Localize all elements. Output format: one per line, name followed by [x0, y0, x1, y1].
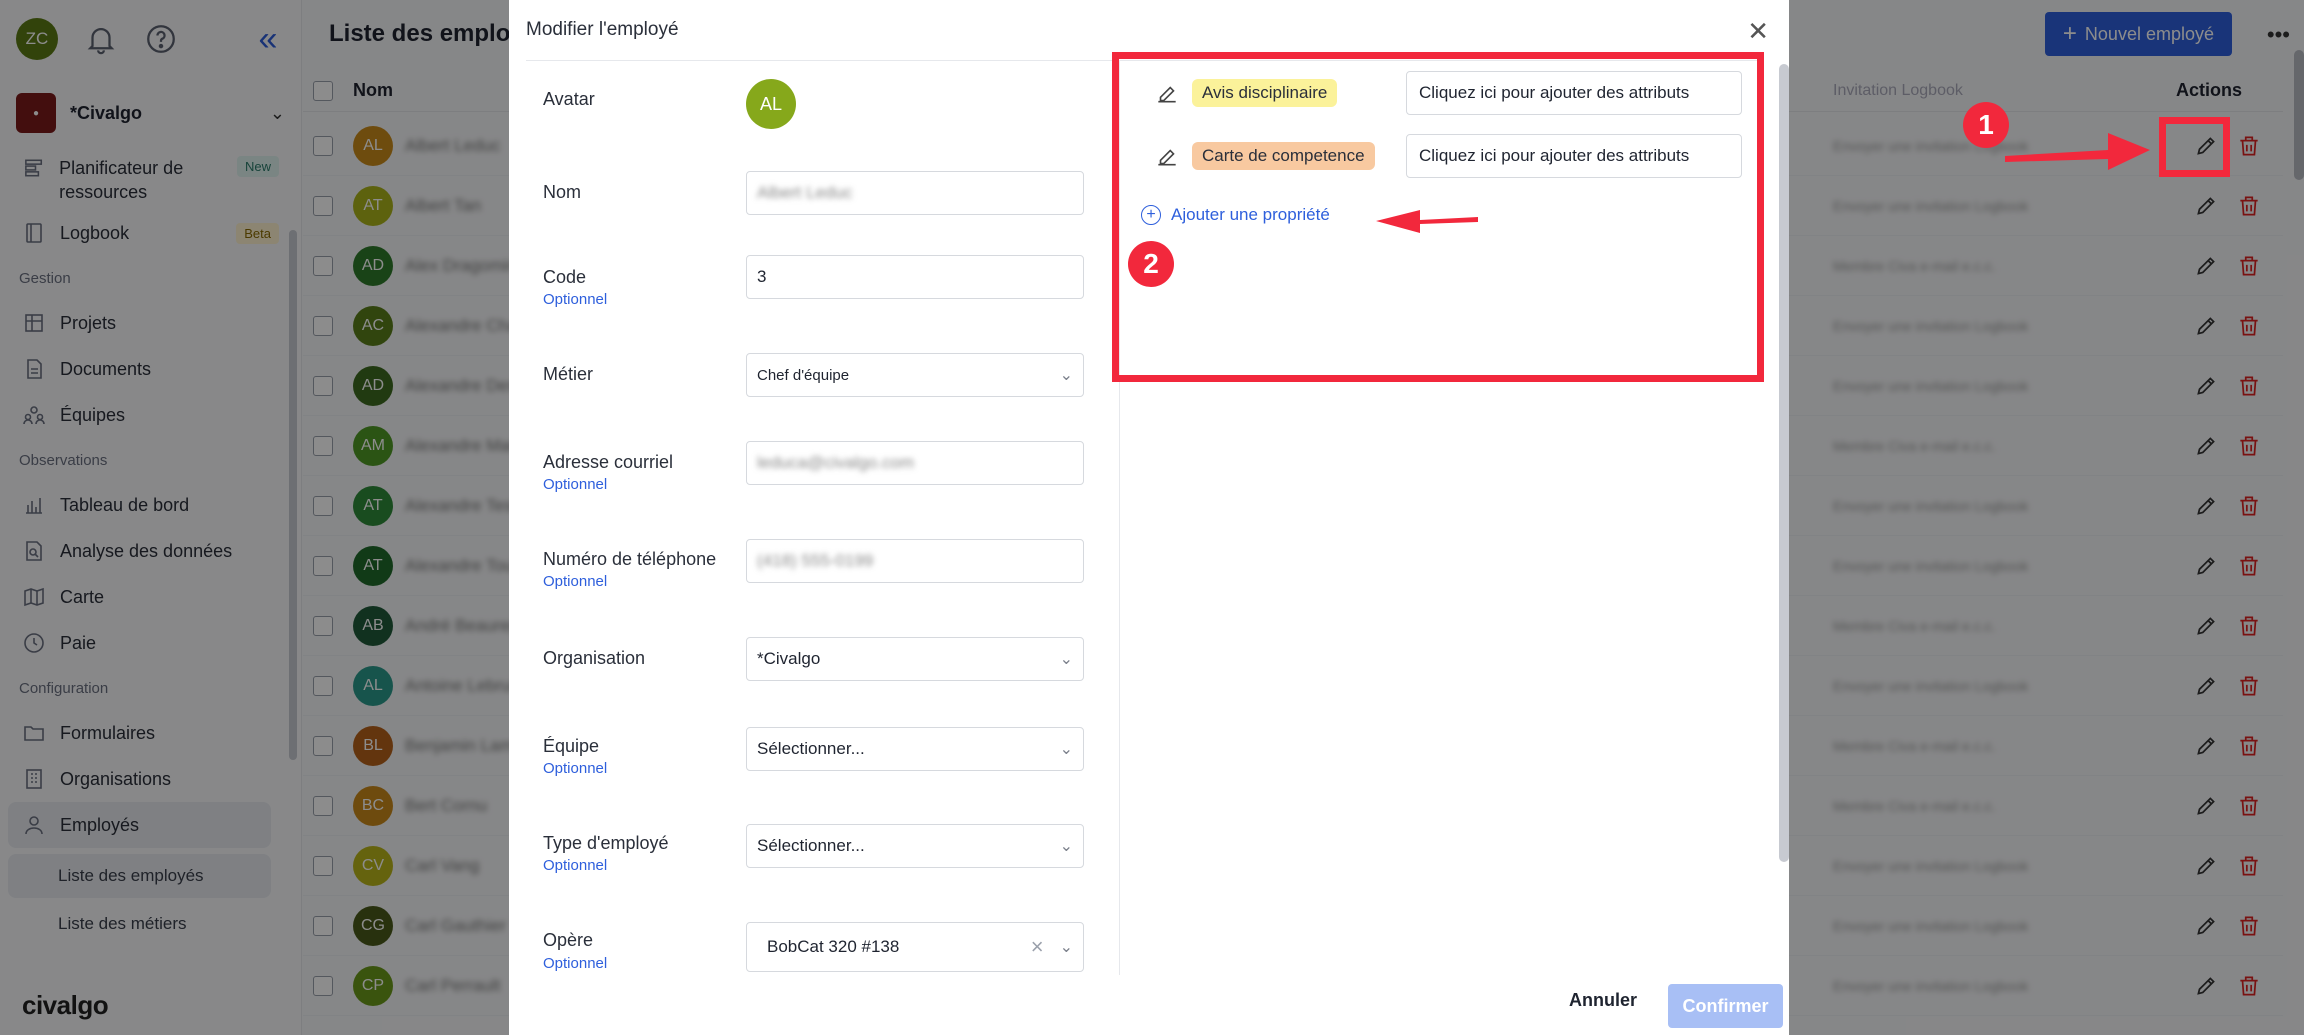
avatar-label: Avatar — [543, 89, 595, 109]
code-value: 3 — [757, 267, 767, 286]
opere-select[interactable]: BobCat 320 #138 × ⌄ — [746, 922, 1084, 972]
nom-value: Albert Leduc — [757, 183, 853, 202]
annotation-highlight-attributes — [1112, 52, 1764, 382]
optional-hint: Optionnel — [543, 955, 608, 972]
phone-label: Numéro de téléphone — [543, 549, 717, 569]
clear-icon[interactable]: × — [1031, 934, 1044, 960]
email-value: leduca@civalgo.com — [757, 453, 915, 472]
annotation-highlight-edit — [2159, 117, 2230, 177]
confirm-button[interactable]: Confirmer — [1668, 984, 1783, 1028]
metier-select[interactable]: Chef d'équipe ⌄ — [746, 353, 1084, 397]
employee-avatar[interactable]: AL — [746, 79, 796, 129]
nom-input[interactable]: Albert Leduc — [746, 171, 1084, 215]
opere-label: Opère — [543, 930, 594, 950]
type-value: Sélectionner... — [757, 836, 865, 855]
annotation-step-2: 2 — [1128, 241, 1174, 287]
optional-hint: Optionnel — [543, 857, 608, 874]
email-input[interactable]: leduca@civalgo.com — [746, 441, 1084, 485]
phone-input[interactable]: (418) 555-0199 — [746, 539, 1084, 583]
annotation-step-1: 1 — [1963, 102, 2009, 148]
optional-hint: Optionnel — [543, 573, 608, 590]
chevron-down-icon: ⌄ — [1059, 939, 1073, 956]
equipe-label: Équipe — [543, 736, 600, 756]
equipe-value: Sélectionner... — [757, 739, 865, 758]
opere-value: BobCat 320 #138 — [767, 937, 900, 956]
code-label: Code — [543, 267, 587, 287]
email-label: Adresse courriel — [543, 452, 674, 472]
close-icon[interactable]: ✕ — [1747, 18, 1769, 44]
cancel-button[interactable]: Annuler — [1569, 990, 1637, 1011]
chevron-down-icon: ⌄ — [1059, 651, 1073, 668]
nom-label: Nom — [543, 182, 582, 202]
modal-title: Modifier l'employé — [526, 19, 679, 40]
equipe-select[interactable]: Sélectionner... ⌄ — [746, 727, 1084, 771]
chevron-down-icon: ⌄ — [1059, 741, 1073, 758]
organisation-select[interactable]: *Civalgo ⌄ — [746, 637, 1084, 681]
optional-hint: Optionnel — [543, 476, 608, 493]
code-input[interactable]: 3 — [746, 255, 1084, 299]
type-label: Type d'employé — [543, 833, 669, 853]
metier-label: Métier — [543, 364, 594, 384]
organisation-label: Organisation — [543, 648, 646, 668]
organisation-value: *Civalgo — [757, 649, 821, 668]
modal-scrollbar[interactable] — [1779, 64, 1789, 862]
chevron-down-icon: ⌄ — [1059, 838, 1073, 855]
chevron-down-icon: ⌄ — [1059, 367, 1073, 384]
type-select[interactable]: Sélectionner... ⌄ — [746, 824, 1084, 868]
optional-hint: Optionnel — [543, 291, 608, 308]
optional-hint: Optionnel — [543, 760, 608, 777]
phone-value: (418) 555-0199 — [757, 551, 874, 570]
metier-value: Chef d'équipe — [757, 366, 850, 384]
